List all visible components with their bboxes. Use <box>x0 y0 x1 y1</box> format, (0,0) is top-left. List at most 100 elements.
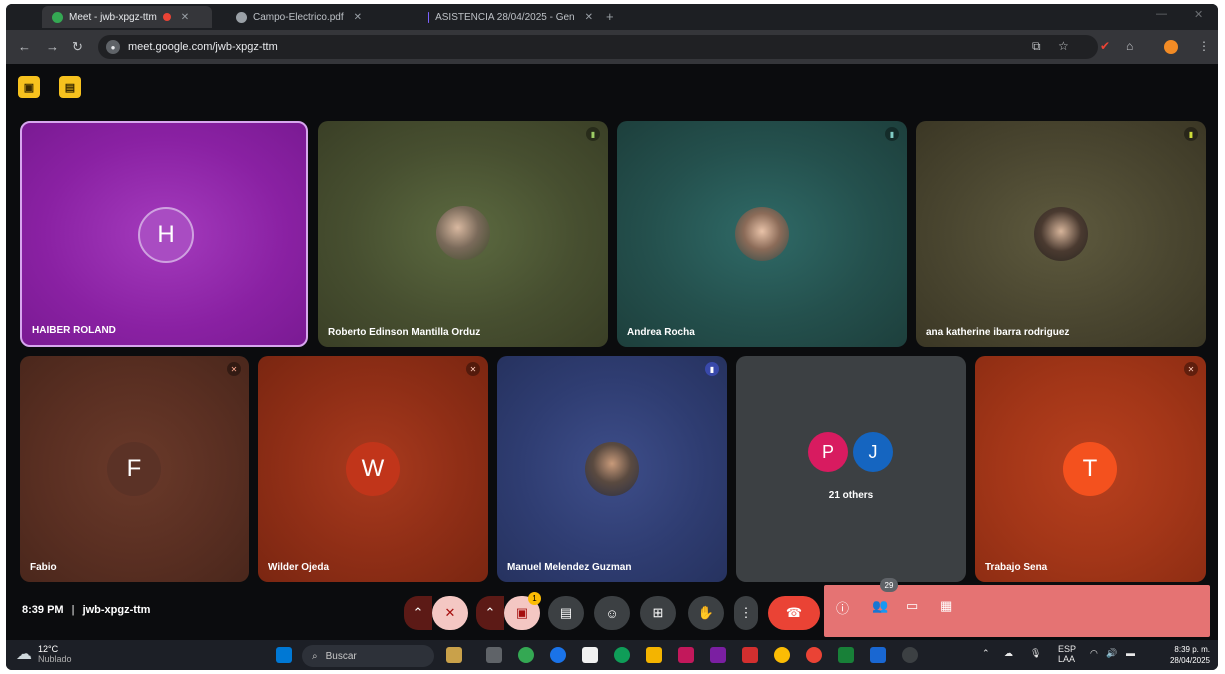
chrome-profile-icon[interactable] <box>774 647 790 663</box>
tab-asistencia[interactable]: ASISTENCIA 28/04/2025 - Gen ✕ <box>418 6 603 28</box>
hang-up-icon: ☎ <box>785 605 803 620</box>
app-icon[interactable] <box>902 647 918 663</box>
participant-name: Roberto Edinson Mantilla Orduz <box>328 327 481 338</box>
recording-dot-icon <box>162 13 171 21</box>
forward-icon[interactable]: → <box>46 39 59 54</box>
widgets-app-icon[interactable] <box>446 647 462 663</box>
mic-off-icon: ✕ <box>444 605 456 620</box>
participant-tile-ana[interactable]: ▮ ana katherine ibarra rodriguez <box>916 121 1206 347</box>
participant-tile-roberto[interactable]: ▮ Roberto Edinson Mantilla Orduz <box>318 121 608 347</box>
word-app-icon[interactable] <box>870 647 886 663</box>
notes-button[interactable]: ▤ <box>59 76 81 98</box>
app-icon[interactable] <box>742 647 758 663</box>
back-icon[interactable]: ← <box>18 39 31 54</box>
more-options-button[interactable]: ⋮ <box>734 596 758 630</box>
captions-button[interactable]: ▤ <box>548 596 584 630</box>
close-tab-icon[interactable]: ✕ <box>354 12 362 23</box>
chat-icon[interactable]: ▭ <box>906 598 918 614</box>
url-text: meet.google.com/jwb-xpgz-ttm <box>128 41 278 53</box>
participant-tile-trabajo[interactable]: ✕ T Trabajo Sena <box>975 356 1206 582</box>
minimize-icon[interactable]: — <box>1156 8 1167 20</box>
copilot-app-icon[interactable] <box>550 647 566 663</box>
bookmark-star-icon[interactable]: ☆ <box>1058 39 1069 53</box>
weather-widget[interactable]: ☁ 12°C Nublado <box>16 644 72 664</box>
close-window-icon[interactable]: ✕ <box>1194 8 1203 21</box>
hand-icon: ✋ <box>697 605 715 620</box>
browser-tab-strip: Meet - jwb-xpgz-ttm ✕ Campo-Electrico.pd… <box>6 4 1218 30</box>
participant-name: Wilder Ojeda <box>268 562 330 573</box>
pdf-favicon-icon <box>236 11 247 23</box>
people-icon[interactable]: 👥 <box>872 598 888 614</box>
meeting-info-button[interactable]: ▣ <box>18 76 40 98</box>
speaking-indicator-icon: ▮ <box>885 127 899 141</box>
windows-taskbar: ☁ 12°C Nublado ⌕ Buscar ⌃ ☁ 🎙 ESP LAA ◠ … <box>6 640 1218 670</box>
avatar-initial: P <box>821 441 834 462</box>
participant-tile-others[interactable]: P J 21 others <box>736 356 966 582</box>
edge-app-icon[interactable] <box>614 647 630 663</box>
participant-tile-haiber[interactable]: H HAIBER ROLAND <box>20 121 308 347</box>
muted-mic-icon: ✕ <box>466 362 480 376</box>
participant-tile-fabio[interactable]: ✕ F Fabio <box>20 356 249 582</box>
participant-name: ana katherine ibarra rodriguez <box>926 327 1070 338</box>
volume-icon[interactable]: 🔊 <box>1106 648 1117 659</box>
avatar-initial: W <box>361 455 385 482</box>
extensions-icon[interactable]: ⌂ <box>1126 39 1133 53</box>
weather-condition: Nublado <box>38 654 72 664</box>
participant-tile-andrea[interactable]: ▮ Andrea Rocha <box>617 121 907 347</box>
store-app-icon[interactable] <box>582 647 598 663</box>
address-bar[interactable]: ● meet.google.com/jwb-xpgz-ttm <box>98 35 1098 59</box>
onedrive-icon[interactable]: ☁ <box>1004 648 1013 659</box>
microphone-icon[interactable]: 🎙 <box>1030 648 1041 659</box>
avatar-initial: J <box>868 441 878 462</box>
meeting-details: 8:39 PM | jwb-xpgz-ttm <box>22 604 150 616</box>
video-options-button[interactable]: ⌃ <box>476 596 504 630</box>
present-screen-button[interactable]: ⊞ <box>640 596 676 630</box>
captions-icon: ▤ <box>559 605 573 620</box>
battery-icon[interactable]: ▬ <box>1126 648 1135 658</box>
microphone-toggle-button[interactable]: ✕ <box>432 596 468 630</box>
others-count: 21 others <box>828 490 874 501</box>
tab-label: Campo-Electrico.pdf <box>253 11 344 23</box>
meeting-code: jwb-xpgz-ttm <box>82 604 151 616</box>
file-explorer-icon[interactable] <box>646 647 662 663</box>
meet-favicon-icon <box>52 11 63 23</box>
app-icon[interactable] <box>678 647 694 663</box>
activities-icon[interactable]: ▦ <box>940 598 952 614</box>
system-clock[interactable]: 8:39 p. m. 28/04/2025 <box>1170 644 1210 666</box>
excel-app-icon[interactable] <box>838 647 854 663</box>
leave-call-button[interactable]: ☎ <box>768 596 820 630</box>
reload-icon[interactable]: ↻ <box>72 39 83 55</box>
language-code: ESP <box>1058 644 1077 654</box>
site-info-icon[interactable]: ● <box>106 40 120 54</box>
participant-tile-manuel[interactable]: ▮ Manuel Melendez Guzman <box>497 356 727 582</box>
wifi-icon[interactable]: ◠ <box>1090 648 1098 659</box>
tray-overflow-icon[interactable]: ⌃ <box>982 648 990 659</box>
close-tab-icon[interactable]: ✕ <box>181 12 189 23</box>
browser-menu-icon[interactable]: ⋮ <box>1198 39 1210 53</box>
tab-meet[interactable]: Meet - jwb-xpgz-ttm ✕ <box>42 6 212 28</box>
raise-hand-button[interactable]: ✋ <box>688 596 724 630</box>
task-view-icon[interactable] <box>486 647 502 663</box>
audio-options-button[interactable]: ⌃ <box>404 596 432 630</box>
participant-count-badge: 29 <box>880 578 898 592</box>
meeting-time: 8:39 PM <box>22 604 64 616</box>
avatar <box>1034 207 1088 261</box>
taskbar-search[interactable]: ⌕ Buscar <box>302 645 434 667</box>
tab-pdf[interactable]: Campo-Electrico.pdf ✕ <box>226 6 416 28</box>
translate-icon[interactable]: ⧉ <box>1032 39 1041 54</box>
meeting-details-icon[interactable]: ⓘ <box>836 598 849 617</box>
reactions-button[interactable]: ☺ <box>594 596 630 630</box>
participant-name: Manuel Melendez Guzman <box>507 562 632 573</box>
new-tab-icon[interactable]: + <box>606 9 614 24</box>
windows-start-icon[interactable] <box>276 647 292 663</box>
extension-check-icon[interactable]: ✔ <box>1100 39 1110 53</box>
chrome-profile-icon[interactable] <box>806 647 822 663</box>
search-icon: ⌕ <box>312 650 318 662</box>
language-indicator[interactable]: ESP LAA <box>1058 644 1076 664</box>
app-icon[interactable] <box>710 647 726 663</box>
keyboard-layout: LAA <box>1058 654 1076 664</box>
profile-avatar-icon[interactable] <box>1164 40 1178 54</box>
close-tab-icon[interactable]: ✕ <box>585 12 593 23</box>
participant-tile-wilder[interactable]: ✕ W Wilder Ojeda <box>258 356 488 582</box>
chrome-app-icon[interactable] <box>518 647 534 663</box>
